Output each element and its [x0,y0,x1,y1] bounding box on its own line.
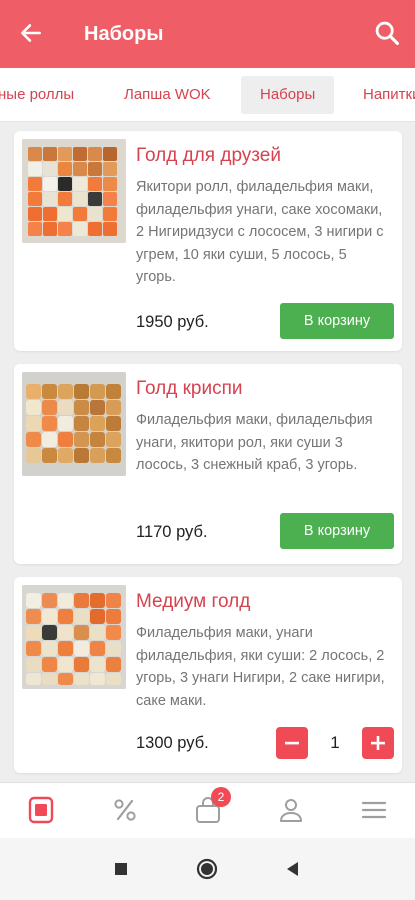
back-icon[interactable] [280,856,306,882]
recent-apps-icon[interactable] [108,856,134,882]
nav-profile[interactable] [276,795,306,825]
nav-cart[interactable]: 2 [193,787,231,825]
product-price: 1170 руб. [136,523,208,541]
system-navigation-bar [0,838,415,900]
nav-menu[interactable] [26,795,56,825]
back-arrow-icon[interactable] [18,20,44,46]
category-tabs: ные роллы Лапша WOK Наборы Напитки [0,68,415,122]
page-title: Наборы [84,23,164,45]
search-icon[interactable] [373,19,401,47]
product-card[interactable]: Голд для друзей Якитори ролл, филадельфи… [14,131,402,351]
tab-rolls[interactable]: ные роллы [0,76,93,114]
plus-icon [371,736,385,750]
profile-icon [280,799,302,822]
product-image [22,139,126,243]
product-price: 1300 руб. [136,734,209,752]
product-name[interactable]: Голд для друзей [136,143,281,169]
cart-count-badge: 2 [211,787,231,807]
nav-discounts[interactable] [110,795,140,825]
minus-icon [285,741,299,745]
bottom-navigation: 2 [0,782,415,838]
product-description: Якитори ролл, филадельфия маки, филадель… [136,179,384,285]
product-image [22,585,126,689]
menu-icon [28,796,54,824]
product-image [22,372,126,476]
product-name[interactable]: Голд криспи [136,376,243,402]
product-price: 1950 руб. [136,313,209,331]
nav-more[interactable] [359,795,389,825]
add-to-cart-button[interactable]: В корзину [280,513,394,549]
product-description: Филадельфия маки, филадельфия унаги, яки… [136,412,373,473]
product-card[interactable]: Голд криспи Филадельфия маки, филадельфи… [14,364,402,564]
hamburger-icon [361,801,387,819]
decrease-quantity-button[interactable] [276,727,308,759]
app-bar: Наборы [0,0,415,68]
discount-icon [114,799,136,821]
product-description: Филадельфия маки, унаги филадельфия, яки… [136,625,385,709]
add-to-cart-button[interactable]: В корзину [280,303,394,339]
tab-wok-noodles[interactable]: Лапша WOK [105,76,230,114]
quantity-value: 1 [330,733,340,752]
quantity-stepper: 1 [276,727,394,759]
tab-sets[interactable]: Наборы [241,76,335,114]
increase-quantity-button[interactable] [362,727,394,759]
tab-drinks[interactable]: Напитки [344,76,415,114]
home-icon[interactable] [194,856,220,882]
product-name[interactable]: Медиум голд [136,589,250,615]
product-card[interactable]: Медиум голд Филадельфия маки, унаги фила… [14,577,402,773]
